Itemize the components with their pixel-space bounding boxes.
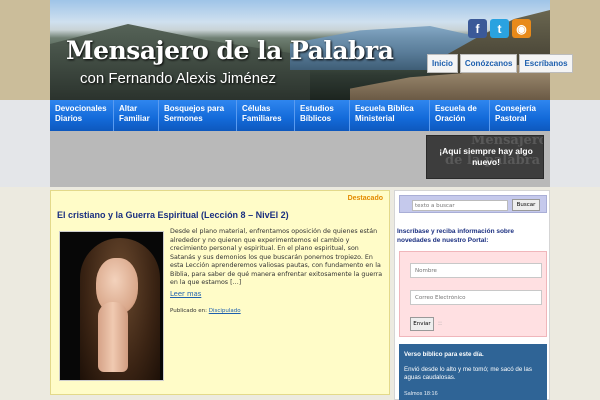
published-label: Publicado en: bbox=[170, 308, 209, 314]
nav-label-line: Escuela Bíblica bbox=[355, 104, 414, 113]
verse-text: Envió desde lo alto y me tomó; me sacó d… bbox=[404, 366, 532, 381]
nav-label-line: Ministerial bbox=[355, 114, 395, 123]
promo-message: ¡Aquí siempre hay algo nuevo! bbox=[427, 146, 543, 168]
facebook-icon[interactable]: f bbox=[468, 19, 487, 38]
read-more-link[interactable]: Leer mas bbox=[170, 290, 201, 298]
promo-box[interactable]: Mensajero de la palabra ¡Aquí siempre ha… bbox=[426, 135, 544, 179]
nav-label-line: Devocionales bbox=[55, 104, 107, 113]
featured-post: Destacado El cristiano y la Guerra Espir… bbox=[50, 190, 390, 395]
nav-consejeria-pastoral[interactable]: Consejería Pastoral bbox=[490, 100, 550, 131]
name-field[interactable] bbox=[410, 263, 542, 278]
verse-reference: Salmos 18:16 bbox=[404, 391, 438, 397]
search-input[interactable] bbox=[412, 200, 508, 211]
nav-label-line: Altar bbox=[119, 104, 138, 113]
nav-label-line: Bosquejos para bbox=[164, 104, 225, 113]
thumbnail-praying-hands bbox=[98, 302, 128, 372]
nav-label-line: Pastoral bbox=[495, 114, 527, 123]
subscribe-text: Inscríbase y reciba información sobre no… bbox=[397, 228, 515, 244]
nav-label-line: Familiares bbox=[242, 114, 282, 123]
send-suffix: :: bbox=[438, 320, 443, 327]
nav-label-line: Células bbox=[242, 104, 271, 113]
rss-icon[interactable]: ◉ bbox=[512, 19, 531, 38]
search-box: Buscar bbox=[399, 195, 547, 213]
send-button[interactable]: Enviar bbox=[410, 317, 434, 331]
post-title[interactable]: El cristiano y la Guerra Espiritual (Lec… bbox=[57, 210, 289, 220]
nav-label-line: Diarios bbox=[55, 114, 83, 123]
nav-label-line: Familiar bbox=[119, 114, 150, 123]
nav-bosquejos-sermones[interactable]: Bosquejos para Sermones bbox=[159, 100, 237, 131]
promo-line: ¡Aquí siempre hay algo bbox=[439, 146, 533, 156]
topnav-escribanos[interactable]: Escríbanos bbox=[519, 54, 573, 73]
featured-label: Destacado bbox=[347, 195, 383, 202]
site-subtitle: con Fernando Alexis Jiménez bbox=[80, 70, 276, 87]
nav-escuela-biblica-ministerial[interactable]: Escuela Bíblica Ministerial bbox=[350, 100, 430, 131]
topnav-conozcanos[interactable]: Conózcanos bbox=[459, 54, 518, 73]
nav-label-line: Bíblicos bbox=[300, 114, 332, 123]
nav-label-line: Escuela de bbox=[435, 104, 477, 113]
top-navigation: Inicio Conózcanos Escríbanos bbox=[427, 54, 573, 73]
nav-devocionales-diarios[interactable]: Devocionales Diarios bbox=[50, 100, 114, 131]
email-field[interactable] bbox=[410, 290, 542, 305]
nav-estudios-biblicos[interactable]: Estudios Bíblicos bbox=[295, 100, 350, 131]
nav-celulas-familiares[interactable]: Células Familiares bbox=[237, 100, 295, 131]
nav-label-line: Oración bbox=[435, 114, 466, 123]
main-navigation: Devocionales Diarios Altar Familiar Bosq… bbox=[50, 100, 550, 131]
subscribe-form: Enviar :: bbox=[399, 251, 547, 337]
sidebar: Buscar Inscríbase y reciba información s… bbox=[394, 190, 550, 400]
nav-label-line: Estudios bbox=[300, 104, 334, 113]
post-excerpt: Desde el plano material, enfrentamos opo… bbox=[170, 228, 383, 286]
search-button[interactable]: Buscar bbox=[512, 199, 540, 211]
header: Mensajero de la Palabra con Fernando Ale… bbox=[0, 0, 600, 100]
nav-altar-familiar[interactable]: Altar Familiar bbox=[114, 100, 159, 131]
social-links: f t ◉ bbox=[468, 19, 531, 38]
topnav-inicio[interactable]: Inicio bbox=[427, 54, 458, 73]
category-link[interactable]: Discipulado bbox=[209, 308, 241, 314]
site-title[interactable]: Mensajero de la Palabra bbox=[66, 36, 394, 65]
nav-escuela-oracion[interactable]: Escuela de Oración bbox=[430, 100, 490, 131]
promo-line: nuevo! bbox=[472, 157, 500, 167]
post-meta: Publicado en: Discipulado bbox=[170, 308, 241, 314]
verse-of-the-day: Verso bíblico para este día. Envió desde… bbox=[399, 344, 547, 400]
verse-title: Verso bíblico para este día. bbox=[404, 351, 484, 358]
nav-label-line: Sermones bbox=[164, 114, 203, 123]
post-thumbnail[interactable] bbox=[59, 231, 164, 381]
twitter-icon[interactable]: t bbox=[490, 19, 509, 38]
nav-label-line: Consejería bbox=[495, 104, 536, 113]
